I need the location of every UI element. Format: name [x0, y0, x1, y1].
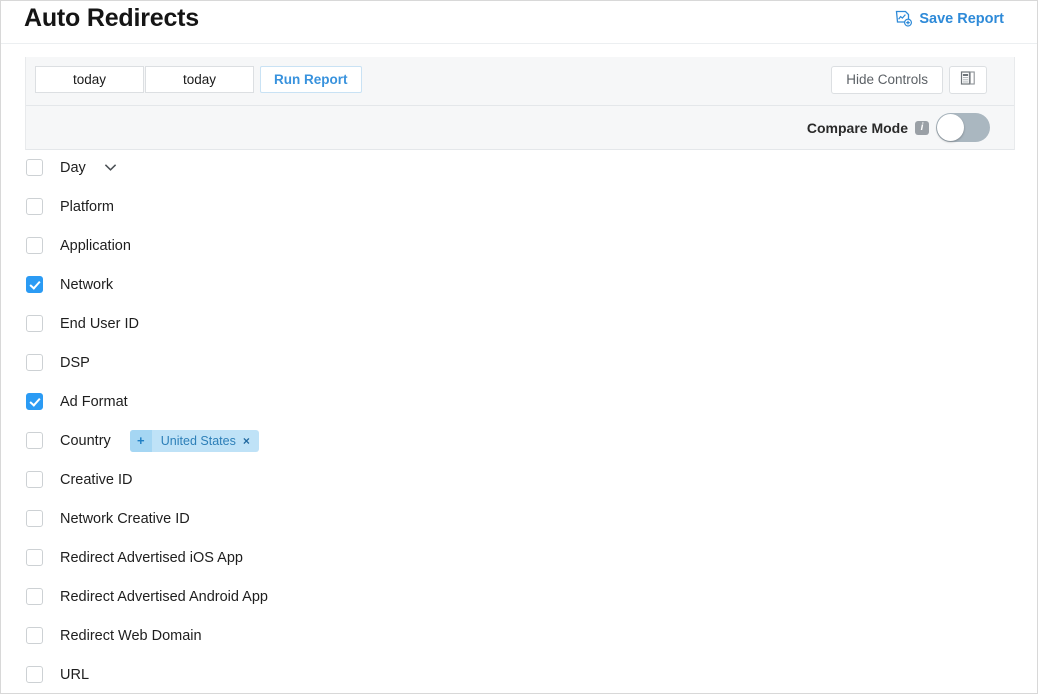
- controls-right-group: Hide Controls: [831, 66, 987, 94]
- dimension-row-url[interactable]: URL: [25, 655, 1005, 693]
- dimension-checkbox-country[interactable]: [26, 432, 43, 449]
- dimension-row-dsp[interactable]: DSP: [25, 343, 1005, 382]
- dimension-row-network[interactable]: Network: [25, 265, 1005, 304]
- dimension-label: End User ID: [60, 315, 139, 332]
- dimension-label: Redirect Advertised Android App: [60, 588, 268, 605]
- dimension-row-creative-id[interactable]: Creative ID: [25, 460, 1005, 499]
- page-header: Auto Redirects Save Report: [1, 1, 1037, 44]
- dimension-checkbox-ad-format[interactable]: [26, 393, 43, 410]
- dimension-row-platform[interactable]: Platform: [25, 187, 1005, 226]
- country-filter-tag: + United States ×: [129, 429, 259, 452]
- start-date-input[interactable]: today: [35, 66, 144, 93]
- spreadsheet-export-icon: [960, 70, 976, 91]
- controls-row-compare: Compare Mode i: [26, 106, 1014, 150]
- compare-mode-group: Compare Mode i: [807, 113, 990, 142]
- dimension-checkbox-application[interactable]: [26, 237, 43, 254]
- controls-row-primary: today today Run Report Hide Controls: [26, 57, 1014, 106]
- dimension-row-redirect-advertised-android-app[interactable]: Redirect Advertised Android App: [25, 577, 1005, 616]
- chevron-down-icon[interactable]: [104, 163, 117, 172]
- dimension-label: Application: [60, 237, 131, 254]
- dimension-label: Ad Format: [60, 393, 128, 410]
- end-date-input[interactable]: today: [145, 66, 254, 93]
- dimension-row-ad-format[interactable]: Ad Format: [25, 382, 1005, 421]
- dimension-checkbox-dsp[interactable]: [26, 354, 43, 371]
- remove-filter-icon[interactable]: ×: [243, 434, 259, 448]
- report-controls-panel: today today Run Report Hide Controls Com…: [25, 57, 1015, 150]
- page-title: Auto Redirects: [24, 4, 200, 32]
- info-icon[interactable]: i: [915, 120, 929, 135]
- run-report-button[interactable]: Run Report: [260, 66, 362, 93]
- dimension-checkbox-redirect-web-domain[interactable]: [26, 627, 43, 644]
- dimension-label: Platform: [60, 198, 114, 215]
- dimension-checkbox-day[interactable]: [26, 159, 43, 176]
- dimension-row-day[interactable]: Day: [25, 148, 1005, 187]
- dimension-checkbox-network-creative-id[interactable]: [26, 510, 43, 527]
- dimension-label: Network Creative ID: [60, 510, 190, 527]
- dimension-checkbox-creative-id[interactable]: [26, 471, 43, 488]
- auto-redirects-report-page: Auto Redirects Save Report today today R…: [0, 0, 1038, 694]
- dimension-row-country[interactable]: Country + United States ×: [25, 421, 1005, 460]
- dimension-label: Country: [60, 432, 111, 449]
- filter-tag-value: United States: [160, 433, 236, 448]
- export-button[interactable]: [949, 66, 987, 94]
- save-report-label: Save Report: [919, 10, 1004, 27]
- dimension-label: URL: [60, 666, 90, 683]
- compare-mode-toggle[interactable]: [936, 113, 990, 142]
- dimension-checkbox-redirect-advertised-android-app[interactable]: [26, 588, 43, 605]
- dimension-row-network-creative-id[interactable]: Network Creative ID: [25, 499, 1005, 538]
- compare-mode-label: Compare Mode: [806, 119, 908, 136]
- dimension-checkbox-url[interactable]: [26, 666, 43, 683]
- toggle-knob: [937, 114, 964, 141]
- dimension-checkbox-redirect-advertised-ios-app[interactable]: [26, 549, 43, 566]
- dimension-list: Day Platform Application Network End Use…: [25, 148, 1005, 693]
- dimension-label: Day: [60, 159, 86, 176]
- dimension-row-application[interactable]: Application: [25, 226, 1005, 265]
- dimension-label: Redirect Advertised iOS App: [60, 549, 243, 566]
- dimension-row-redirect-advertised-ios-app[interactable]: Redirect Advertised iOS App: [25, 538, 1005, 577]
- dimension-label: DSP: [60, 354, 90, 371]
- dimension-checkbox-end-user-id[interactable]: [26, 315, 43, 332]
- dimension-checkbox-platform[interactable]: [26, 198, 43, 215]
- dimension-label: Creative ID: [60, 471, 133, 488]
- add-filter-button[interactable]: +: [129, 429, 152, 452]
- dimension-label: Redirect Web Domain: [60, 627, 202, 644]
- dimension-row-redirect-web-domain[interactable]: Redirect Web Domain: [25, 616, 1005, 655]
- hide-controls-button[interactable]: Hide Controls: [831, 66, 943, 94]
- save-report-button[interactable]: Save Report: [895, 10, 1004, 27]
- date-range-group: today today Run Report: [35, 66, 362, 93]
- dimension-checkbox-network[interactable]: [26, 276, 43, 293]
- dimension-label: Network: [60, 276, 114, 293]
- dimension-row-end-user-id[interactable]: End User ID: [25, 304, 1005, 343]
- report-plus-icon: [895, 10, 913, 27]
